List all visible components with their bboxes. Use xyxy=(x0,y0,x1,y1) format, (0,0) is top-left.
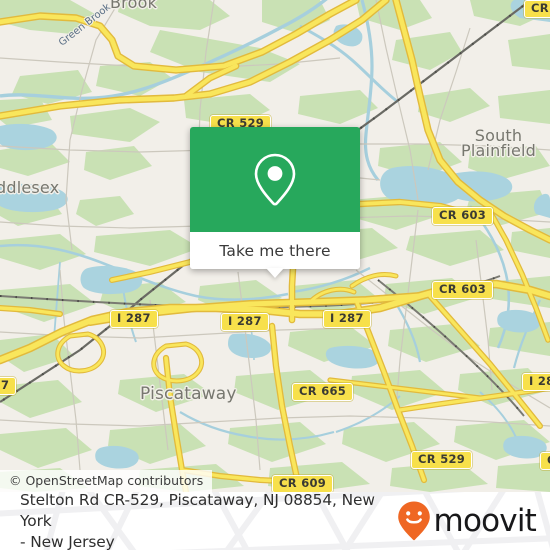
address-line-2: - New Jersey xyxy=(20,532,115,550)
moovit-brand: moovit xyxy=(397,500,537,542)
footer-content: Stelton Rd CR-529, Piscataway, NJ 08854,… xyxy=(0,492,550,550)
footer-bar: Stelton Rd CR-529, Piscataway, NJ 08854,… xyxy=(0,492,550,550)
map-canvas[interactable]: Green Brook Brook South Plainfield ddles… xyxy=(0,0,550,492)
road-shield[interactable]: CR 603 xyxy=(432,207,494,225)
moovit-wordmark: moovit xyxy=(433,502,537,539)
road-shield[interactable]: 7 xyxy=(0,377,17,395)
poi-card[interactable]: Take me there xyxy=(190,127,360,278)
road-shield[interactable]: CR xyxy=(540,452,550,470)
road-shield[interactable]: CR 665 xyxy=(292,383,354,401)
poi-card-header xyxy=(190,127,360,232)
road-shield[interactable]: CR 529 xyxy=(411,451,473,469)
take-me-there-button[interactable]: Take me there xyxy=(190,232,360,278)
address-line-1: Stelton Rd CR-529, Piscataway, NJ 08854,… xyxy=(20,492,375,530)
road-shield[interactable]: I 287 xyxy=(323,310,371,328)
map-pin-icon xyxy=(254,153,296,206)
moovit-smiley-pin-icon xyxy=(397,501,430,541)
road-shield[interactable]: I 28 xyxy=(522,373,550,391)
moovit-map-screenshot: Green Brook Brook South Plainfield ddles… xyxy=(0,0,550,550)
card-pointer-tail xyxy=(266,268,284,278)
road-shield[interactable]: CR 603 xyxy=(432,281,494,299)
road-shield[interactable]: CR xyxy=(524,0,550,18)
address-text: Stelton Rd CR-529, Piscataway, NJ 08854,… xyxy=(20,492,397,550)
road-shield[interactable]: I 287 xyxy=(221,313,269,331)
road-shield[interactable]: CR 609 xyxy=(272,475,334,492)
take-me-there-label: Take me there xyxy=(219,241,331,260)
road-shield[interactable]: I 287 xyxy=(110,310,158,328)
map-attribution[interactable]: © OpenStreetMap contributors xyxy=(0,470,213,492)
